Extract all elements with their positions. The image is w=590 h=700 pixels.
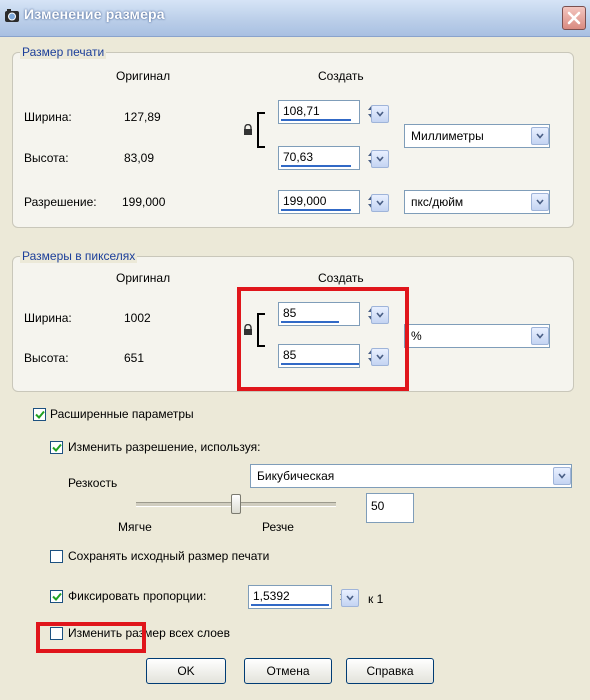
print-width-label: Ширина: bbox=[24, 110, 72, 124]
print-width-input[interactable]: 108,71 bbox=[278, 100, 360, 124]
advanced-checkbox[interactable] bbox=[33, 408, 46, 421]
cancel-button[interactable]: Отмена bbox=[244, 658, 332, 684]
resample-method-value: Бикубическая bbox=[257, 469, 335, 483]
resample-checkbox[interactable] bbox=[50, 441, 63, 454]
print-height-dropdown[interactable] bbox=[371, 150, 389, 168]
print-height-label: Высота: bbox=[24, 151, 69, 165]
print-resolution-label: Разрешение: bbox=[24, 195, 97, 209]
print-width-original: 127,89 bbox=[124, 110, 161, 124]
pixel-original-header: Оригинал bbox=[116, 271, 171, 285]
print-size-legend: Размер печати bbox=[20, 45, 107, 59]
pixel-width-original: 1002 bbox=[124, 311, 151, 325]
help-button[interactable]: Справка bbox=[346, 658, 434, 684]
lock-ratio-checkbox[interactable] bbox=[50, 590, 63, 603]
ratio-input[interactable]: 1,5392 bbox=[248, 585, 332, 609]
softer-label: Мягче bbox=[118, 520, 152, 534]
print-height-input[interactable]: 70,63 bbox=[278, 146, 360, 170]
dropdown-arrow-icon bbox=[536, 333, 544, 339]
ratio-dropdown[interactable] bbox=[341, 589, 359, 607]
print-width-dropdown[interactable] bbox=[371, 105, 389, 123]
resample-method-select[interactable]: Бикубическая bbox=[250, 464, 572, 488]
close-button[interactable] bbox=[562, 6, 586, 30]
close-icon bbox=[567, 11, 581, 25]
sharpness-label: Резкость bbox=[68, 476, 118, 490]
app-icon bbox=[4, 8, 20, 24]
pixel-width-label: Ширина: bbox=[24, 311, 72, 325]
print-units-value: Миллиметры bbox=[411, 129, 484, 143]
highlight-all-layers bbox=[36, 622, 146, 653]
chevron-down-icon bbox=[376, 156, 384, 162]
dropdown-arrow-icon bbox=[558, 473, 566, 479]
print-units-select[interactable]: Миллиметры bbox=[404, 124, 550, 148]
ratio-value: 1,5392 bbox=[253, 589, 290, 603]
print-width-value: 108,71 bbox=[283, 104, 320, 118]
print-resolution-input[interactable]: 199,000 bbox=[278, 190, 360, 214]
ok-button-label: OK bbox=[177, 664, 195, 678]
checkmark-icon bbox=[51, 592, 62, 601]
lock-ratio-label[interactable]: Фиксировать пропорции: bbox=[68, 589, 206, 603]
checkmark-icon bbox=[34, 410, 45, 419]
print-height-value: 70,63 bbox=[283, 150, 314, 164]
sharpness-input[interactable]: 50 bbox=[366, 493, 414, 523]
cancel-button-label: Отмена bbox=[266, 664, 310, 678]
print-resolution-dropdown[interactable] bbox=[371, 194, 389, 212]
title-bar[interactable]: Изменение размера bbox=[0, 0, 590, 37]
pixel-units-select[interactable]: % bbox=[404, 324, 550, 348]
checkmark-icon bbox=[51, 443, 62, 452]
print-link-bracket bbox=[257, 112, 265, 148]
print-resolution-original: 199,000 bbox=[122, 195, 166, 209]
pixel-create-header: Создать bbox=[318, 271, 364, 285]
pixel-height-label: Высота: bbox=[24, 351, 69, 365]
print-height-original: 83,09 bbox=[124, 151, 155, 165]
chevron-down-icon bbox=[346, 595, 354, 601]
print-create-header: Создать bbox=[318, 69, 364, 83]
chevron-down-icon bbox=[376, 200, 384, 206]
help-button-label: Справка bbox=[366, 664, 414, 678]
pixel-size-legend: Размеры в пикселях bbox=[20, 249, 138, 263]
resample-label[interactable]: Изменить разрешение, используя: bbox=[68, 440, 260, 454]
lock-icon[interactable] bbox=[243, 123, 253, 139]
keep-print-size-label[interactable]: Сохранять исходный размер печати bbox=[68, 549, 269, 563]
window-title: Изменение размера bbox=[24, 6, 165, 22]
keep-print-size-checkbox[interactable] bbox=[50, 550, 63, 563]
dropdown-arrow-icon bbox=[536, 199, 544, 205]
sharpness-value: 50 bbox=[371, 499, 385, 513]
print-original-header: Оригинал bbox=[116, 69, 171, 83]
dropdown-arrow-icon bbox=[536, 133, 544, 139]
ok-button[interactable]: OK bbox=[146, 658, 226, 684]
chevron-down-icon bbox=[376, 111, 384, 117]
advanced-label[interactable]: Расширенные параметры bbox=[50, 407, 194, 421]
print-resolution-value: 199,000 bbox=[283, 194, 327, 208]
pixel-units-value: % bbox=[411, 329, 422, 343]
resolution-units-select[interactable]: пкс/дюйм bbox=[404, 190, 550, 214]
resolution-units-value: пкс/дюйм bbox=[411, 195, 464, 209]
pixel-height-original: 651 bbox=[124, 351, 145, 365]
sharper-label: Резче bbox=[262, 520, 294, 534]
ratio-suffix: к 1 bbox=[368, 592, 384, 606]
highlight-pixel-inputs bbox=[237, 287, 409, 391]
sharpness-slider-thumb[interactable] bbox=[231, 494, 241, 514]
